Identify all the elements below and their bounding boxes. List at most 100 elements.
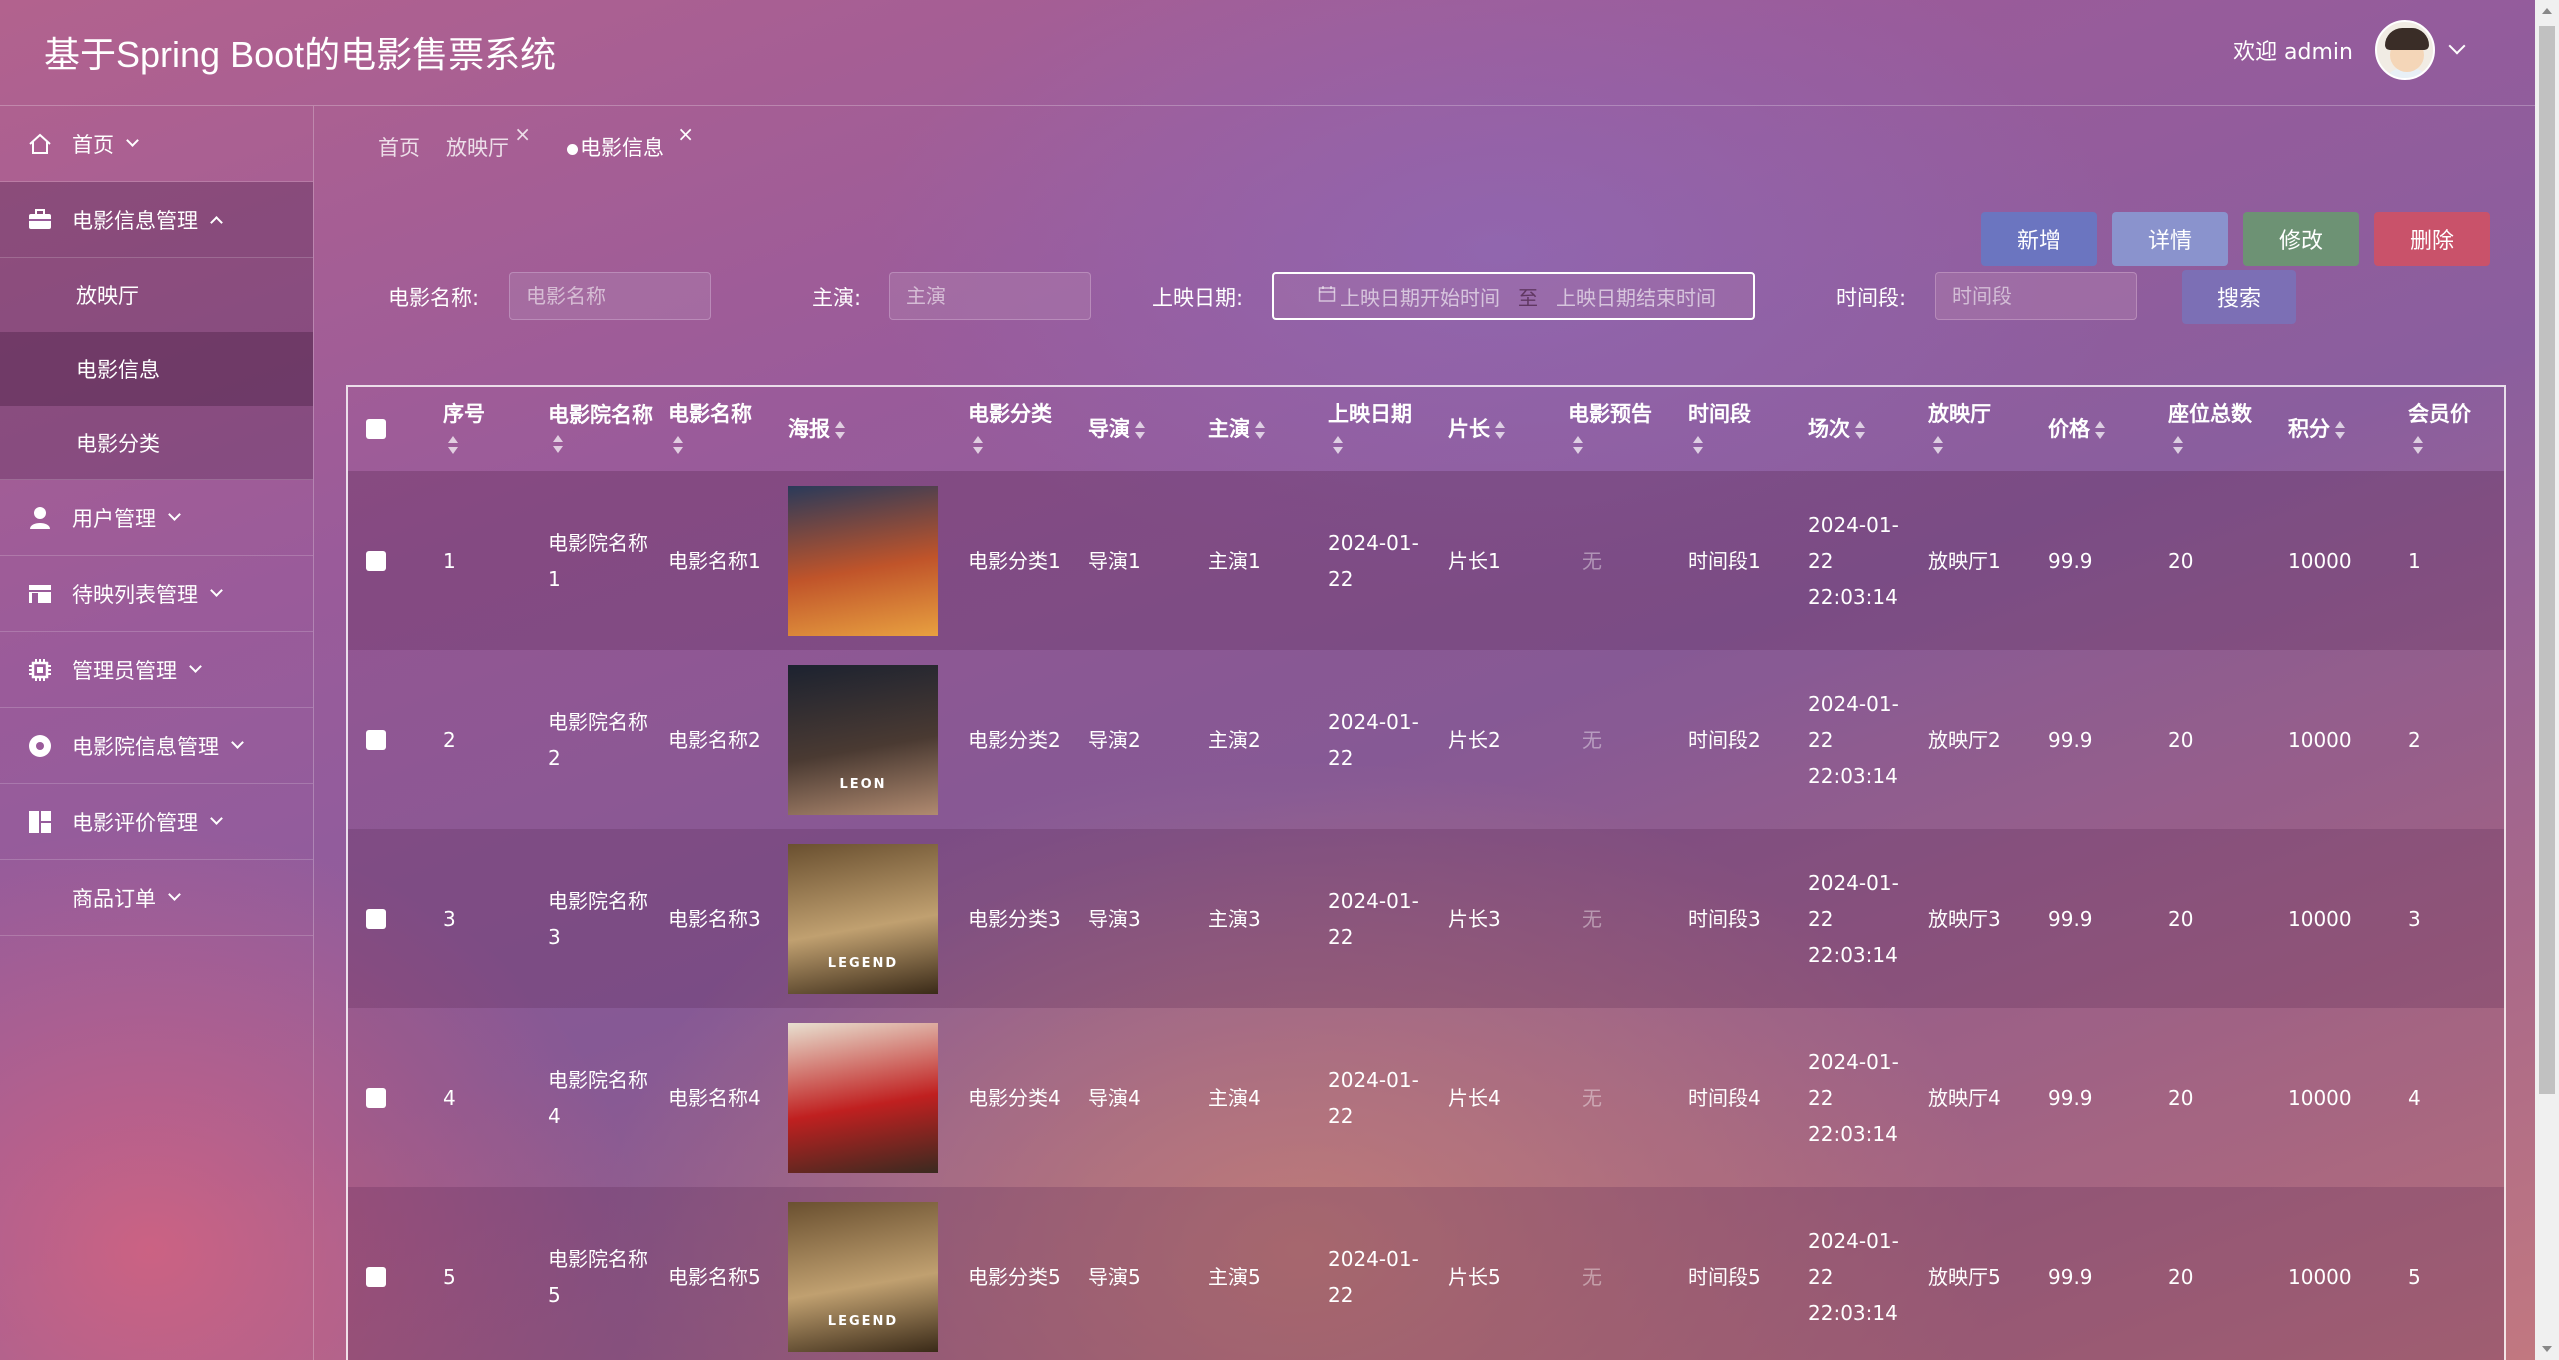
column-header[interactable]: 序号 (439, 387, 544, 471)
sidebar-item-label: 电影评价管理 (72, 810, 198, 835)
table-row[interactable]: 2 电影院名称2 电影名称2 LEON 电影分类2 导演2 主演2 2024-0… (348, 650, 2504, 829)
column-header[interactable]: 海报 (784, 387, 964, 471)
column-header[interactable]: 场次 (1804, 387, 1924, 471)
row-checkbox[interactable] (366, 1087, 386, 1108)
add-button[interactable]: 新增 (1981, 212, 2097, 266)
column-header[interactable]: 座位总数 (2164, 387, 2284, 471)
poster-title: LEON (839, 776, 887, 792)
sidebar-item-home[interactable]: 首页 (0, 106, 313, 182)
cell-seats: 20 (2168, 1085, 2194, 1110)
poster-image[interactable]: LEGEND (788, 843, 938, 994)
cell-cinema: 电影院名称4 (548, 1067, 648, 1128)
column-header[interactable]: 电影名称 (664, 387, 784, 471)
cell-length: 片长1 (1448, 548, 1501, 573)
column-header[interactable]: 电影院名称 (544, 387, 664, 471)
cell-hall: 放映厅4 (1928, 1085, 2001, 1110)
cell-period: 时间段1 (1688, 548, 1761, 573)
column-header[interactable]: 电影分类 (964, 387, 1084, 471)
sidebar-item-users[interactable]: 用户管理 (0, 480, 313, 556)
poster-image[interactable]: LEON (788, 664, 938, 815)
column-header[interactable]: 导演 (1084, 387, 1204, 471)
column-header[interactable]: 放映厅 (1924, 387, 2044, 471)
close-icon[interactable]: × (677, 122, 694, 146)
sidebar-subitem-category[interactable]: 电影分类 (0, 406, 313, 480)
sidebar-item-orders[interactable]: 商品订单 (0, 860, 313, 936)
tab-label: 首页 (378, 136, 420, 160)
user-menu[interactable]: 欢迎 admin (2233, 20, 2466, 80)
close-icon[interactable]: × (514, 122, 531, 146)
sort-icon (834, 420, 846, 440)
poster-image[interactable] (788, 1022, 938, 1173)
table-row[interactable]: 1 电影院名称1 电影名称1 电影分类1 导演1 主演1 2024-01-22 … (348, 471, 2504, 650)
dashboard-icon (26, 808, 54, 836)
cell-cinema: 电影院名称2 (548, 709, 648, 770)
release-date-range-picker[interactable]: 上映日期开始时间 至 上映日期结束时间 (1272, 272, 1755, 320)
user-icon (26, 504, 54, 532)
row-checkbox[interactable] (366, 550, 386, 571)
poster-title: LEGEND (827, 1313, 899, 1329)
select-all-checkbox[interactable] (366, 419, 386, 439)
tab-hall[interactable]: 放映厅 × (446, 122, 531, 162)
tab-home[interactable]: 首页 (378, 132, 420, 162)
column-header[interactable]: 时间段 (1684, 387, 1804, 471)
scrollbar-thumb[interactable] (2539, 26, 2555, 1094)
date-end-input[interactable]: 上映日期结束时间 (1556, 282, 1716, 311)
search-button[interactable]: 搜索 (2182, 270, 2296, 324)
period-input[interactable]: 时间段 (1935, 272, 2137, 320)
column-header[interactable]: 会员价 (2404, 387, 2504, 471)
sidebar-item-upcoming[interactable]: 待映列表管理 (0, 556, 313, 632)
poster-image[interactable]: LEGEND (788, 1201, 938, 1352)
column-header[interactable]: 积分 (2284, 387, 2404, 471)
cell-price: 99.9 (2048, 906, 2093, 931)
sidebar-subitem-movie-info[interactable]: 电影信息 (0, 332, 313, 406)
table-row[interactable]: 4 电影院名称4 电影名称4 电影分类4 导演4 主演4 2024-01-22 … (348, 1008, 2504, 1187)
cell-director: 导演5 (1088, 1264, 1141, 1289)
cell-director: 导演3 (1088, 906, 1141, 931)
tab-movie-info[interactable]: 电影信息 × (567, 122, 694, 162)
row-checkbox[interactable] (366, 908, 386, 929)
row-checkbox[interactable] (366, 1266, 386, 1287)
sidebar-item-movie-management[interactable]: 电影信息管理 (0, 182, 313, 258)
avatar[interactable] (2375, 20, 2435, 80)
cell-period: 时间段2 (1688, 727, 1761, 752)
cell-no: 4 (443, 1085, 456, 1110)
date-start-input[interactable]: 上映日期开始时间 (1340, 282, 1500, 311)
poster-title: LEGEND (827, 955, 899, 971)
tab-label: 放映厅 (446, 136, 509, 160)
poster-image[interactable] (788, 485, 938, 636)
detail-button[interactable]: 详情 (2112, 212, 2228, 266)
chevron-down-icon (168, 888, 181, 901)
column-header[interactable]: 电影预告 (1564, 387, 1684, 471)
actor-input[interactable]: 主演 (889, 272, 1091, 320)
briefcase-icon (26, 206, 54, 234)
column-header[interactable]: 主演 (1204, 387, 1324, 471)
chevron-down-icon (189, 660, 202, 673)
column-header[interactable]: 价格 (2044, 387, 2164, 471)
chip-icon (26, 656, 54, 684)
cell-cinema: 电影院名称5 (548, 1246, 648, 1307)
sort-icon (1494, 420, 1506, 440)
sidebar-item-reviews[interactable]: 电影评价管理 (0, 784, 313, 860)
sort-icon (1854, 420, 1866, 440)
chevron-down-icon[interactable] (2448, 37, 2466, 55)
scroll-up-icon[interactable] (2542, 8, 2552, 14)
sidebar-item-admins[interactable]: 管理员管理 (0, 632, 313, 708)
edit-button[interactable]: 修改 (2243, 212, 2359, 266)
movie-name-input[interactable]: 电影名称 (509, 272, 711, 320)
cell-points: 10000 (2288, 906, 2352, 931)
chevron-down-icon (210, 812, 223, 825)
table-row[interactable]: 5 电影院名称5 电影名称5 LEGEND 电影分类5 导演5 主演5 2024… (348, 1187, 2504, 1360)
scroll-down-icon[interactable] (2542, 1346, 2552, 1352)
page-scrollbar[interactable] (2535, 0, 2559, 1360)
delete-button[interactable]: 删除 (2374, 212, 2490, 266)
cell-no: 5 (443, 1264, 456, 1289)
sort-icon (1332, 435, 1344, 455)
column-header[interactable]: 上映日期 (1324, 387, 1444, 471)
table-row[interactable]: 3 电影院名称3 电影名称3 LEGEND 电影分类3 导演3 主演3 2024… (348, 829, 2504, 1008)
cell-session: 2024-01-22 22:03:14 (1808, 1228, 1899, 1325)
column-header[interactable]: 片长 (1444, 387, 1564, 471)
row-checkbox[interactable] (366, 729, 386, 750)
sidebar-item-cinema[interactable]: 电影院信息管理 (0, 708, 313, 784)
sort-icon (2094, 420, 2106, 440)
cell-length: 片长4 (1448, 1085, 1501, 1110)
